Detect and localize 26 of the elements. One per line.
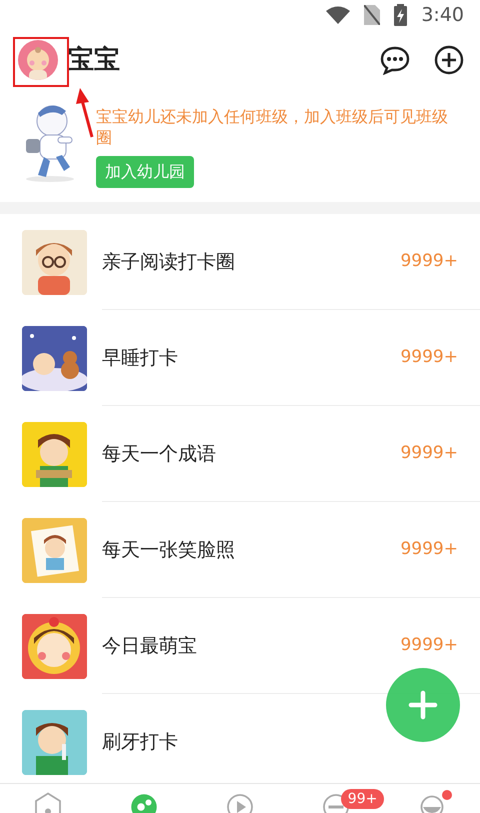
plus-icon bbox=[408, 690, 438, 720]
circle-count: 9999+ bbox=[400, 634, 458, 658]
circle-name[interactable]: 每天一张笑脸照 bbox=[102, 536, 235, 564]
circle-count: 9999+ bbox=[400, 442, 458, 466]
circle-dots-icon bbox=[129, 792, 159, 813]
annotation-arrow bbox=[76, 88, 94, 138]
circle-name[interactable]: 刷牙打卡 bbox=[102, 728, 178, 756]
play-icon bbox=[225, 792, 255, 813]
circle-name[interactable]: 早睡打卡 bbox=[102, 344, 178, 372]
unread-badge: 99+ bbox=[340, 789, 384, 810]
no-sim-icon bbox=[364, 4, 380, 25]
circle-count: 9999+ bbox=[400, 346, 458, 370]
home-icon bbox=[33, 792, 63, 813]
battery-charging-icon bbox=[394, 4, 408, 26]
circle-count: 9999+ bbox=[400, 250, 458, 274]
circle-count: 9999+ bbox=[400, 538, 458, 562]
circle-name[interactable]: 每天一个成语 bbox=[102, 440, 216, 468]
highlight-box bbox=[13, 37, 69, 87]
add-icon[interactable] bbox=[434, 45, 464, 76]
status-time: 3:40 bbox=[421, 2, 464, 28]
circle-name[interactable]: 亲子阅读打卡圈 bbox=[102, 248, 235, 276]
page-title: 宝宝 bbox=[68, 44, 121, 77]
chat-icon[interactable] bbox=[380, 45, 410, 76]
wifi-icon bbox=[326, 6, 350, 24]
notice-message: 宝宝幼儿还未加入任何班级，加入班级后可见班级圈 bbox=[96, 106, 449, 148]
circle-name[interactable]: 今日最萌宝 bbox=[102, 632, 197, 660]
